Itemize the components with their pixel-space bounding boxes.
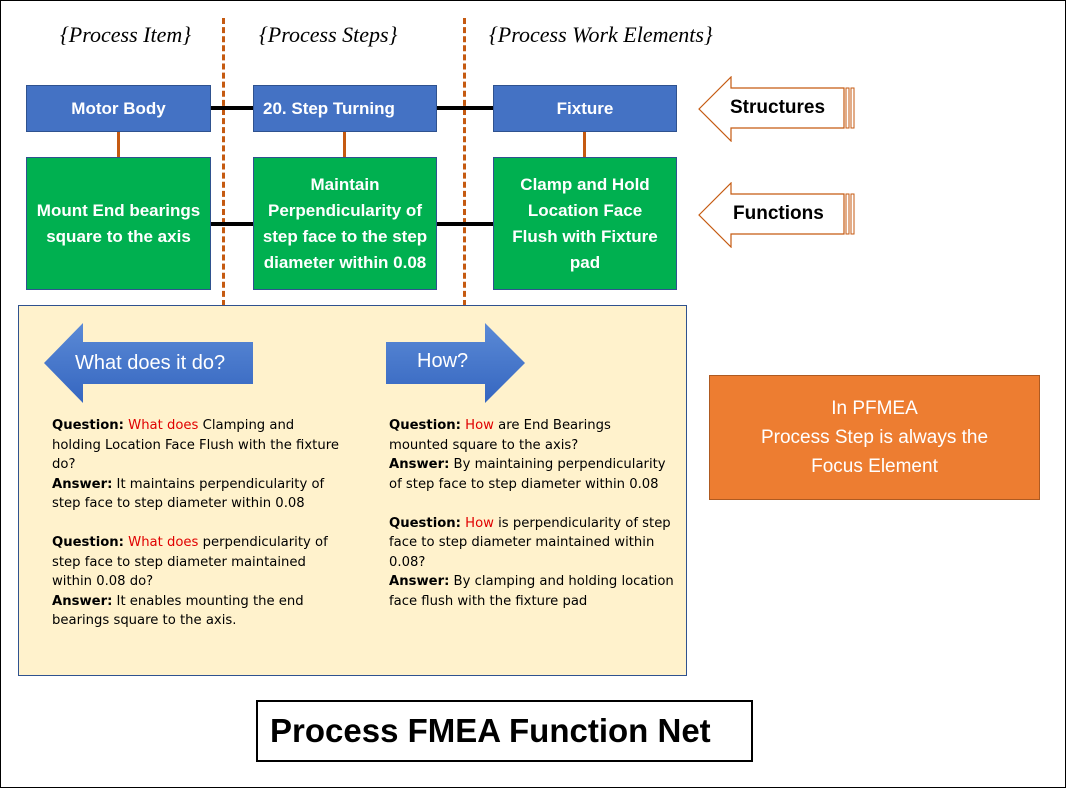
function-box-work-element: Clamp and Hold Location Face Flush with … [493, 157, 677, 290]
structure-connector [436, 106, 494, 110]
structure-function-link [583, 132, 586, 157]
qa-item: Question: How are End Bearings mounted s… [389, 416, 674, 494]
question-keyword: What does [128, 418, 199, 433]
column-header-process-item: {Process Item} [60, 22, 192, 47]
question-label: Question: [52, 535, 124, 550]
structure-label: Fixture [556, 98, 614, 118]
function-connector [210, 222, 254, 226]
question-label: Question: [389, 418, 461, 433]
question-label: Question: [389, 515, 461, 531]
structures-label: Structures [730, 97, 826, 118]
how-label: How? [417, 350, 469, 372]
pfmea-focus-note: In PFMEA Process Step is always the Focu… [709, 375, 1040, 500]
qa-item: Question: What does perpendicularity of … [52, 533, 342, 631]
answer-label: Answer: [389, 574, 450, 589]
structure-label: Motor Body [71, 98, 166, 118]
structure-box-process-step: 20. Step Turning [253, 85, 437, 132]
what-does-it-do-label: What does it do? [75, 352, 226, 374]
what-qa-column: Question: What does Clamping and holding… [52, 416, 342, 650]
function-label: Clamp and Hold Location Face Flush with … [512, 174, 658, 272]
question-keyword: How [465, 418, 494, 433]
qa-item: Question: How is perpendicularity of ste… [389, 514, 674, 612]
function-box-process-step: Maintain Perpendicularity of step face t… [253, 157, 437, 290]
note-line: Process Step is always the [760, 427, 989, 448]
answer-label: Answer: [52, 593, 113, 609]
structure-function-link [117, 132, 120, 157]
column-header-process-work-elements: {Process Work Elements} [489, 22, 713, 47]
note-line: Focus Element [811, 456, 938, 477]
functions-label: Functions [733, 203, 824, 224]
structure-box-work-element: Fixture [493, 85, 677, 132]
function-label: Maintain Perpendicularity of step face t… [262, 174, 428, 272]
column-header-process-steps: {Process Steps} [259, 22, 398, 47]
function-connector [436, 222, 494, 226]
how-arrow: How? [385, 322, 527, 404]
functions-arrow: Functions [698, 182, 863, 248]
structure-label: 20. Step Turning [263, 98, 395, 118]
question-label: Question: [52, 418, 124, 433]
qa-item: Question: What does Clamping and holding… [52, 416, 342, 514]
what-does-it-do-arrow: What does it do? [43, 322, 255, 404]
structure-box-process-item: Motor Body [26, 85, 211, 132]
function-box-process-item: Mount End bearings square to the axis [26, 157, 211, 290]
question-keyword: How [465, 515, 494, 531]
qa-panel: What does it do? How? Question: What doe… [18, 305, 687, 676]
diagram-title-text: Process FMEA Function Net [270, 712, 711, 749]
how-qa-column: Question: How are End Bearings mounted s… [389, 416, 674, 631]
structures-arrow: Structures [698, 76, 863, 142]
note-line: In PFMEA [831, 398, 918, 419]
answer-label: Answer: [52, 476, 113, 492]
column-divider [222, 18, 225, 306]
structure-function-link [343, 132, 346, 157]
structure-connector [210, 106, 254, 110]
function-label: Mount End bearings square to the axis [36, 200, 201, 246]
answer-label: Answer: [389, 457, 450, 472]
question-keyword: What does [128, 535, 199, 550]
column-divider [463, 18, 466, 306]
diagram-title: Process FMEA Function Net [256, 700, 753, 762]
